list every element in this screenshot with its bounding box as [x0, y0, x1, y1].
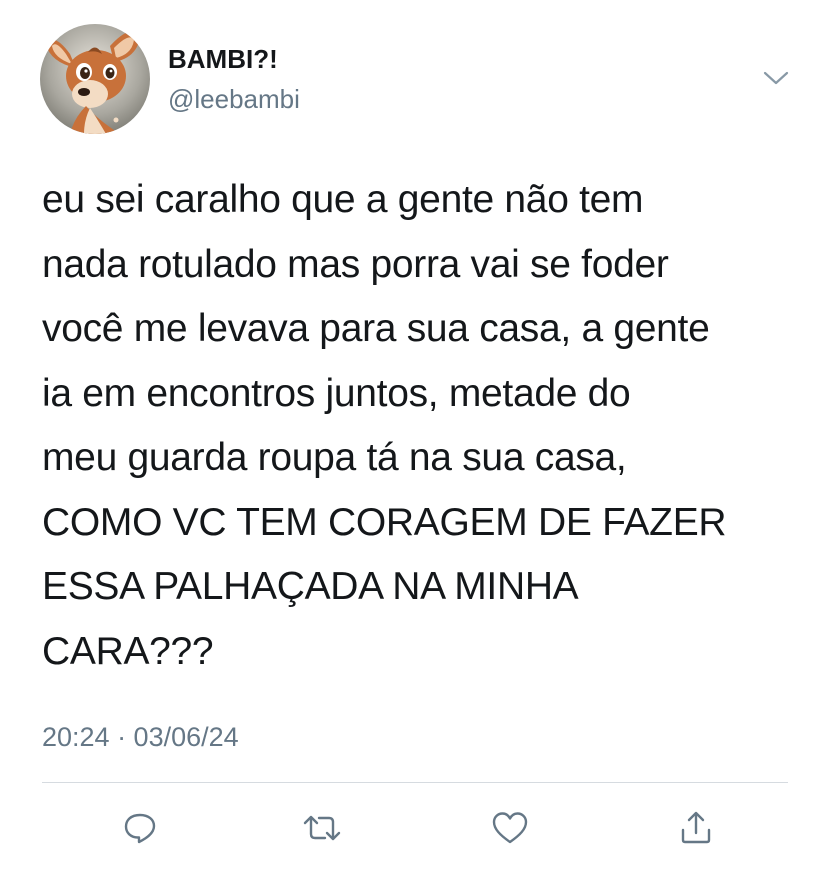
- tweet-timestamp[interactable]: 20:24 · 03/06/24: [42, 722, 239, 753]
- avatar[interactable]: [40, 24, 150, 134]
- more-options-button[interactable]: [756, 62, 796, 94]
- like-button[interactable]: [488, 806, 532, 850]
- share-icon: [681, 811, 711, 844]
- reply-icon: [124, 813, 156, 844]
- user-handle[interactable]: @leebambi: [168, 84, 300, 115]
- heart-icon: [492, 812, 528, 844]
- display-name[interactable]: BAMBI?!: [168, 44, 278, 75]
- share-button[interactable]: [674, 806, 718, 850]
- retweet-icon: [303, 815, 341, 841]
- divider: [42, 782, 788, 783]
- retweet-button[interactable]: [300, 806, 344, 850]
- bambi-avatar-icon: [40, 24, 150, 134]
- chevron-down-icon: [763, 71, 789, 85]
- tweet-text: eu sei caralho que a gente não tem nada …: [42, 178, 727, 673]
- reply-button[interactable]: [118, 806, 162, 850]
